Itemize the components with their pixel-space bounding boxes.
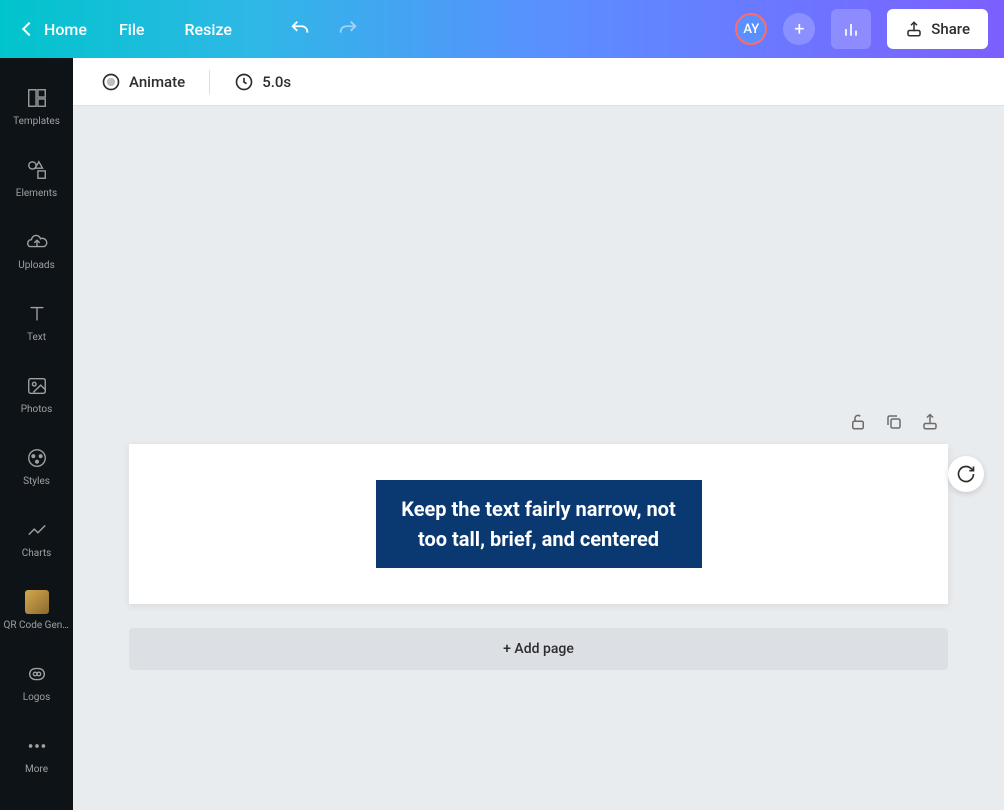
uploads-icon [25, 230, 49, 254]
redo-button[interactable] [328, 9, 368, 49]
sidebar-item-styles[interactable]: Styles [0, 430, 73, 502]
canvas-page[interactable]: Keep the text fairly narrow, not too tal… [129, 444, 948, 604]
sidebar-item-label: QR Code Gen... [2, 620, 72, 631]
sidebar-item-label: Elements [14, 188, 59, 199]
sidebar-item-uploads[interactable]: Uploads [0, 214, 73, 286]
clock-icon [234, 72, 254, 92]
canvas-area: Keep the text fairly narrow, not too tal… [73, 106, 1004, 810]
toolbar-divider [209, 70, 210, 94]
add-member-button[interactable]: + [783, 13, 815, 45]
animate-label: Animate [129, 73, 185, 91]
app-header: Home File Resize AY + Share [0, 0, 1004, 58]
sidebar-item-photos[interactable]: Photos [0, 358, 73, 430]
insights-button[interactable] [831, 9, 871, 49]
resize-menu[interactable]: Resize [168, 14, 247, 45]
share-label: Share [931, 20, 970, 38]
share-icon [905, 20, 923, 38]
redo-icon [337, 18, 359, 40]
export-icon [921, 413, 939, 431]
unlock-icon [849, 413, 867, 431]
file-menu[interactable]: File [103, 14, 161, 45]
charts-icon [25, 518, 49, 542]
sidebar-item-label: Logos [21, 692, 53, 703]
user-avatar[interactable]: AY [735, 13, 767, 45]
undo-button[interactable] [280, 9, 320, 49]
duration-label: 5.0s [262, 73, 291, 91]
chevron-left-icon [22, 22, 36, 36]
sidebar-item-label: Uploads [16, 260, 56, 271]
sidebar-item-text[interactable]: Text [0, 286, 73, 358]
share-button[interactable]: Share [887, 9, 988, 49]
styles-icon [25, 446, 49, 470]
more-icon [25, 734, 49, 758]
sidebar-item-label: Templates [11, 116, 62, 127]
page-controls [129, 412, 948, 432]
duplicate-icon [885, 413, 903, 431]
animate-icon [101, 72, 121, 92]
canvas-text-element[interactable]: Keep the text fairly narrow, not too tal… [376, 480, 702, 568]
sidebar-item-label: Text [25, 332, 48, 343]
regenerate-button[interactable] [948, 456, 984, 492]
logos-icon [25, 662, 49, 686]
elements-icon [25, 158, 49, 182]
templates-icon [25, 86, 49, 110]
home-label: Home [44, 20, 87, 39]
export-page-button[interactable] [920, 412, 940, 432]
sidebar-item-label: Charts [20, 548, 54, 559]
duration-button[interactable]: 5.0s [222, 66, 303, 98]
photos-icon [25, 374, 49, 398]
add-page-button[interactable]: + Add page [129, 628, 948, 670]
sidebar: Templates Elements Uploads Text Photos [0, 58, 73, 810]
sidebar-item-templates[interactable]: Templates [0, 70, 73, 142]
text-icon [25, 302, 49, 326]
workspace: Animate 5.0s Keep the text f [73, 58, 1004, 810]
page-toolbar: Animate 5.0s [73, 58, 1004, 106]
refresh-icon [956, 464, 976, 484]
animate-button[interactable]: Animate [89, 66, 197, 98]
sidebar-item-label: Photos [19, 404, 55, 415]
duplicate-button[interactable] [884, 412, 904, 432]
sidebar-item-more[interactable]: More [0, 718, 73, 790]
sidebar-item-qrcode[interactable]: QR Code Gen... [0, 574, 73, 646]
sidebar-item-elements[interactable]: Elements [0, 142, 73, 214]
qrcode-icon [25, 590, 49, 614]
undo-icon [289, 18, 311, 40]
lock-button[interactable] [848, 412, 868, 432]
home-button[interactable]: Home [16, 14, 95, 45]
sidebar-item-charts[interactable]: Charts [0, 502, 73, 574]
plus-icon: + [794, 19, 804, 40]
sidebar-item-logos[interactable]: Logos [0, 646, 73, 718]
bar-chart-icon [841, 19, 861, 39]
sidebar-item-label: More [23, 764, 50, 775]
sidebar-item-label: Styles [21, 476, 52, 487]
